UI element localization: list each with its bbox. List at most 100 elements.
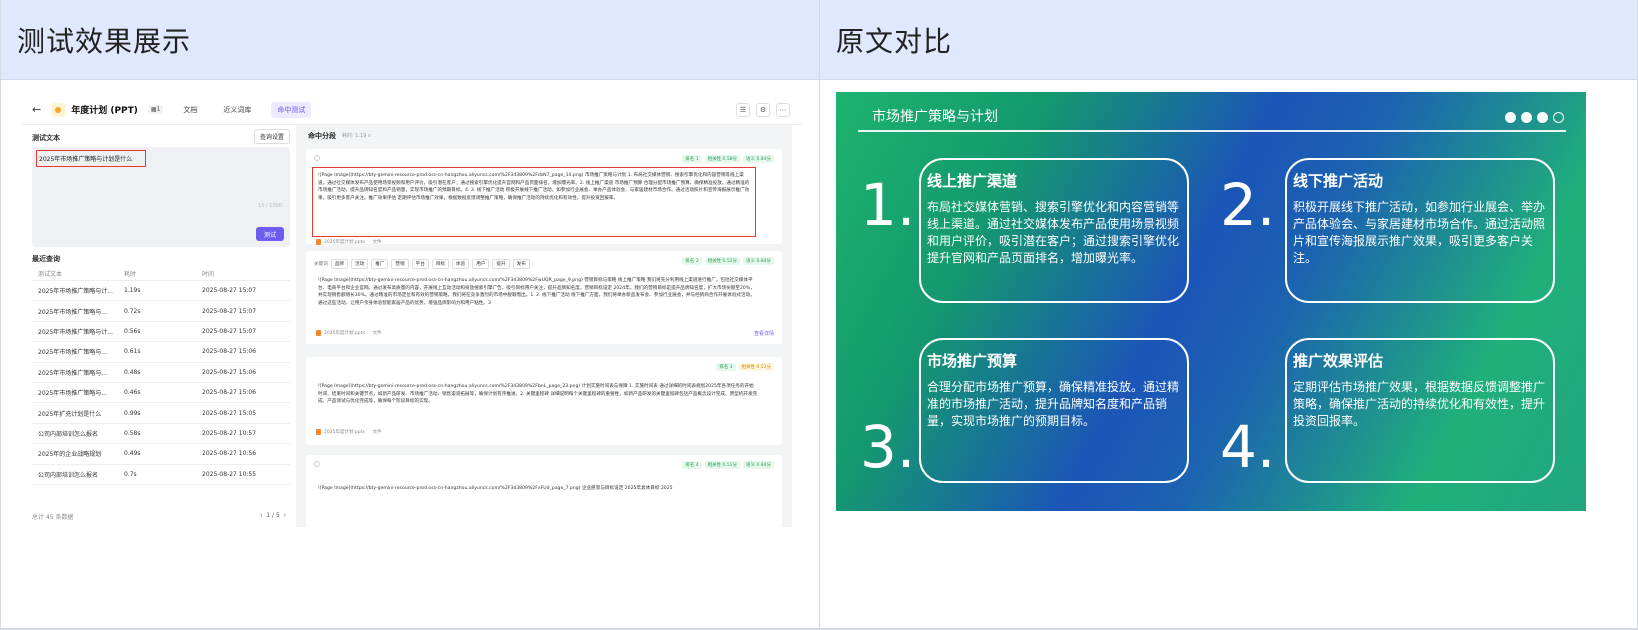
settings-icon[interactable]: ⚙ [756, 102, 770, 117]
cell-time: 0.61s [124, 348, 141, 356]
slide-dots-decoration [1505, 112, 1564, 123]
query-settings-button[interactable]: 查询设置 [253, 129, 290, 144]
elapsed-time: 耗时: 1.19 s [342, 133, 371, 139]
keyword-tag: 提升 [492, 259, 510, 269]
score-tags: 排名 4 相关性 0.51分 语义 0.84分 [682, 461, 774, 469]
hit-card[interactable]: 排名 1 相关性 0.58分 语义 0.84分 ![Page Image](ht… [306, 149, 782, 245]
item-box: 市场推广预算 合理分配市场推广预算，确保精准投放。通过精准的市场推广活动，提升品… [919, 338, 1189, 483]
more-icon[interactable]: ⋯ [776, 102, 790, 117]
item-number: 3. [860, 413, 916, 481]
app-screenshot: ← 年度计划 (PPT) ▦1 文档 近义词库 命中测试 ☰ ⚙ ⋯ 测试文本 … [22, 95, 802, 527]
cell-time: 0.56s [124, 327, 141, 335]
cell-date: 2025-08-27 15:07 [202, 327, 257, 335]
table-footer: 总计 45 条数据 ‹ 1 / 5 › [32, 512, 290, 521]
pagination[interactable]: ‹ 1 / 5 › [260, 512, 286, 519]
table-row[interactable]: 2025年市场推广策略与... 0.61s 2025-08-27 15:06 [32, 342, 290, 363]
cell-time: 1.19s [124, 287, 141, 295]
table-row[interactable]: 公司内部培训怎么报名 0.58s 2025-08-27 10:57 [32, 424, 290, 445]
keywords-row: 关键词 品牌 活动 推广 营销 平台 目标 体验 用户 提升 发布 [314, 259, 530, 269]
test-button[interactable]: 测试 [256, 227, 284, 241]
view-detail-link[interactable]: 查看详情 [754, 330, 774, 337]
cell-text: 2025年市场推广策略与计... [38, 328, 113, 336]
keyword-tag: 品牌 [330, 259, 348, 269]
tab-hit-test[interactable]: 命中测试 [271, 101, 312, 118]
comparison-page: 测试效果展示 ← 年度计划 (PPT) ▦1 文档 近义词库 命中测试 ☰ ⚙ … [0, 0, 1638, 630]
rank-tag: 排名 4 [682, 461, 702, 469]
file-link[interactable]: 2025年度计划.pptx 文件 [316, 239, 381, 245]
item-number: 2. [1220, 171, 1276, 239]
cell-time: 0.46s [124, 389, 141, 397]
item-body: 合理分配市场推广预算，确保精准投放。通过精准的市场推广活动，提升品牌知名度和产品… [927, 380, 1180, 429]
query-section-title: 测试文本 [32, 134, 60, 142]
item-title: 线下推广活动 [1293, 172, 1384, 190]
keyword-tag: 推广 [371, 259, 389, 269]
relevance-tag: 相关性 0.52分 [738, 363, 774, 371]
table-row[interactable]: 2025年的企业战略规划 0.49s 2025-08-27 10:56 [32, 444, 290, 465]
relevance-tag: 相关性 0.58分 [704, 155, 741, 163]
semantic-tag: 语义 0.84分 [743, 155, 774, 163]
table-row[interactable]: 公司内部培训怎么报名 0.7s 2025-08-27 10:55 [32, 465, 290, 485]
list-icon[interactable]: ☰ [736, 102, 750, 117]
tab-documents[interactable]: 文档 [177, 102, 203, 118]
score-tags: 排名 1 相关性 0.58分 语义 0.84分 [682, 155, 774, 163]
table-row[interactable]: 2025年市场推广策略与... 0.48s 2025-08-27 15:06 [32, 363, 290, 383]
file-link[interactable]: 2025年度计划.pptx 文件 [316, 330, 381, 336]
keyword-tag: 体验 [452, 259, 470, 269]
cell-date: 2025-08-27 15:06 [202, 389, 257, 397]
cell-text: 2025年市场推广策略与... [38, 390, 107, 398]
relevance-tag: 相关性 0.52分 [704, 257, 741, 265]
query-textarea[interactable]: 2025年市场推广策略与计划是什么 15 / 1000 测试 [32, 147, 290, 247]
cell-date: 2025-08-27 10:57 [202, 429, 257, 437]
hit-segments-pane: 命中分段 耗时: 1.19 s 排名 1 相关性 0.58分 语义 0.84分 … [296, 125, 792, 527]
cell-text: 公司内部培训怎么报名 [38, 430, 99, 438]
document-logo-icon [51, 102, 66, 117]
segment-text: ![Page Image](https://bty-gemini-resourc… [318, 278, 755, 306]
column-header: 时间 [202, 271, 215, 278]
test-result-header: 测试效果展示 [1, 0, 819, 80]
semantic-tag: 语义 0.84分 [743, 257, 774, 265]
cell-time: 0.72s [124, 307, 141, 315]
rank-tag: 排名 3 [716, 363, 736, 371]
item-box: 线下推广活动 积极开展线下推广活动，如参加行业展会、举办产品体验会、与家居建材市… [1285, 158, 1555, 303]
dot [1553, 112, 1564, 123]
cell-time: 0.48s [124, 368, 141, 376]
table-row[interactable]: 2025年市场推广策略与计... 0.56s 2025-08-27 15:07 [32, 322, 290, 343]
table-row[interactable]: 2025年扩充计划是什么 0.99s 2025-08-27 15:05 [32, 403, 290, 424]
cell-text: 2025年市场推广策略与... [38, 308, 107, 316]
hit-card[interactable]: 关键词 品牌 活动 推广 营销 平台 目标 体验 用户 提升 发布 排名 2 相… [306, 251, 782, 344]
dot [1505, 112, 1516, 123]
recent-queries-title: 最近查询 [32, 255, 60, 263]
tab-synonyms[interactable]: 近义词库 [217, 102, 257, 118]
segment-text: ![Page Image](https://bty-gemini-resourc… [312, 167, 756, 237]
ppt-slide: 市场推广策略与计划 1. 线上推广渠道 布局社交媒体营销、搜索引擎优化和内容营销… [836, 92, 1586, 511]
item-box: 推广效果评估 定期评估市场推广效果，根据数据反馈调整推广策略，确保推广活动的持续… [1285, 338, 1555, 483]
cell-date: 2025-08-27 15:06 [202, 368, 257, 376]
back-arrow-icon[interactable]: ← [32, 103, 41, 116]
dot [1537, 112, 1548, 123]
item-title: 推广效果评估 [1293, 352, 1384, 370]
keyword-tag: 用户 [472, 259, 490, 269]
cell-text: 2025年市场推广策略与计... [38, 288, 113, 296]
table-row[interactable]: 2025年市场推广策略与... 0.46s 2025-08-27 15:06 [32, 383, 290, 404]
rank-tag: 排名 2 [682, 257, 702, 265]
file-link[interactable]: 2025年度计划.pptx 文件 [316, 429, 381, 435]
table-header: 测试文本 耗时 时间 [32, 267, 290, 281]
table-row[interactable]: 2025年市场推广策略与... 0.72s 2025-08-27 15:07 [32, 301, 290, 322]
query-text: 2025年市场推广策略与计划是什么 [36, 150, 146, 167]
file-name: 2025年度计划.pptx [324, 240, 366, 245]
score-tags: 排名 3 相关性 0.52分 [716, 363, 774, 371]
hit-card[interactable]: 排名 3 相关性 0.52分 ![Page Image](https://bty… [306, 357, 782, 445]
document-count-badge: ▦1 [147, 105, 164, 114]
hit-segments-title: 命中分段 [308, 132, 336, 140]
table-row[interactable]: 2025年市场推广策略与计... 1.19s 2025-08-27 15:07 [32, 281, 290, 302]
test-result-panel: 测试效果展示 ← 年度计划 (PPT) ▦1 文档 近义词库 命中测试 ☰ ⚙ … [0, 0, 820, 630]
hit-card[interactable]: 排名 4 相关性 0.51分 语义 0.84分 ![Page Image](ht… [306, 455, 782, 527]
cell-time: 0.49s [124, 450, 141, 458]
keyword-tag: 发布 [512, 259, 530, 269]
total-count: 总计 45 条数据 [32, 514, 74, 521]
slide-title: 市场推广策略与计划 [872, 109, 998, 125]
cell-date: 2025-08-27 15:05 [202, 409, 257, 417]
file-suffix: 文件 [372, 240, 382, 245]
item-number: 4. [1220, 413, 1276, 481]
title-divider [858, 130, 1566, 132]
